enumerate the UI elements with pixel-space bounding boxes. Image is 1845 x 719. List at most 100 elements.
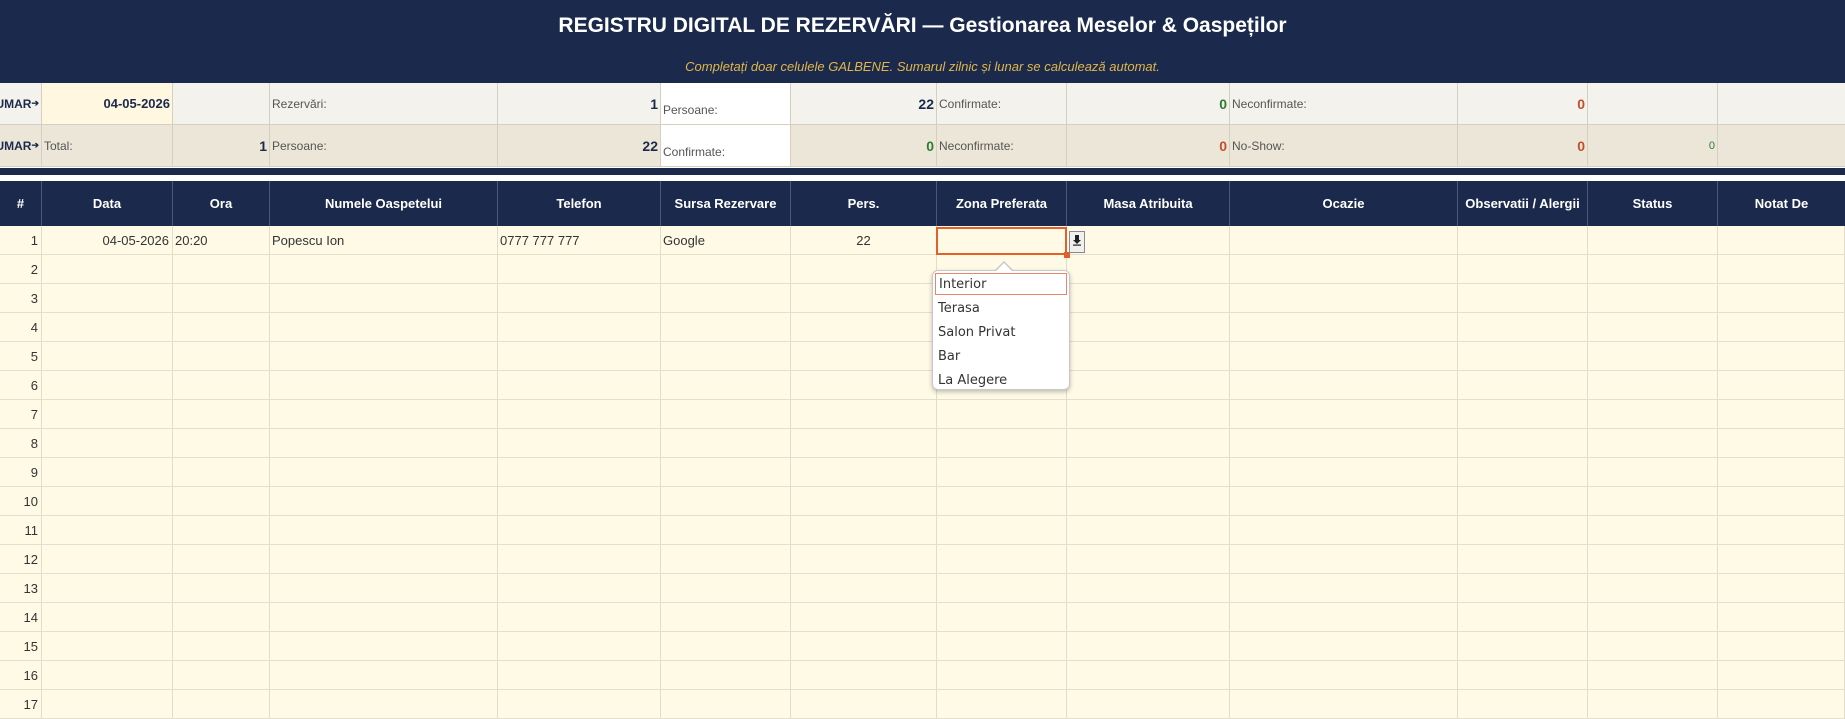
- col-header-data[interactable]: Data: [42, 181, 173, 226]
- table-cell-notat[interactable]: [1718, 632, 1845, 660]
- table-cell-ocazie[interactable]: [1230, 342, 1458, 370]
- table-cell-ocazie[interactable]: [1230, 661, 1458, 689]
- table-cell-telefon[interactable]: [498, 690, 661, 718]
- table-cell-notat[interactable]: [1718, 545, 1845, 573]
- table-cell-zona[interactable]: [937, 574, 1067, 602]
- table-cell-masa[interactable]: [1067, 458, 1230, 486]
- table-cell-notat[interactable]: [1718, 603, 1845, 631]
- table-cell-num[interactable]: 14: [0, 603, 42, 631]
- table-cell-obs[interactable]: [1458, 255, 1588, 283]
- col-header-notat[interactable]: Notat De: [1718, 181, 1845, 226]
- table-cell-obs[interactable]: [1458, 574, 1588, 602]
- table-cell-data[interactable]: [42, 574, 173, 602]
- table-cell-obs[interactable]: [1458, 458, 1588, 486]
- col-header-zona[interactable]: Zona Preferata: [937, 181, 1067, 226]
- table-cell-status[interactable]: [1588, 516, 1718, 544]
- table-cell-masa[interactable]: [1067, 690, 1230, 718]
- table-cell-nume[interactable]: [270, 603, 498, 631]
- table-cell-pers[interactable]: [791, 661, 937, 689]
- table-cell-ocazie[interactable]: [1230, 400, 1458, 428]
- table-cell-notat[interactable]: [1718, 342, 1845, 370]
- table-cell-data[interactable]: [42, 400, 173, 428]
- table-cell-nume[interactable]: [270, 313, 498, 341]
- table-cell-masa[interactable]: [1067, 516, 1230, 544]
- table-cell-ora[interactable]: [173, 545, 270, 573]
- table-cell-num[interactable]: 4: [0, 313, 42, 341]
- table-cell-zona[interactable]: [937, 516, 1067, 544]
- table-cell-notat[interactable]: [1718, 458, 1845, 486]
- table-cell-nume[interactable]: [270, 690, 498, 718]
- table-cell-notat[interactable]: [1718, 429, 1845, 457]
- table-cell-obs[interactable]: [1458, 690, 1588, 718]
- table-cell-obs[interactable]: [1458, 371, 1588, 399]
- table-cell-zona[interactable]: [937, 661, 1067, 689]
- table-cell-masa[interactable]: [1067, 574, 1230, 602]
- table-cell-num[interactable]: 16: [0, 661, 42, 689]
- table-cell-num[interactable]: 7: [0, 400, 42, 428]
- table-cell-nume[interactable]: [270, 458, 498, 486]
- table-cell-ora[interactable]: [173, 603, 270, 631]
- table-cell-pers[interactable]: [791, 632, 937, 660]
- table-cell-ora[interactable]: [173, 342, 270, 370]
- table-cell-nume[interactable]: [270, 545, 498, 573]
- table-cell-sursa[interactable]: [661, 400, 791, 428]
- table-cell-nume[interactable]: [270, 574, 498, 602]
- table-cell-pers[interactable]: [791, 284, 937, 312]
- col-header-status[interactable]: Status: [1588, 181, 1718, 226]
- table-cell-ocazie[interactable]: [1230, 255, 1458, 283]
- table-cell-data[interactable]: [42, 255, 173, 283]
- col-header-nume[interactable]: Numele Oaspetelui: [270, 181, 498, 226]
- table-cell-ora[interactable]: [173, 632, 270, 660]
- table-cell-obs[interactable]: [1458, 400, 1588, 428]
- table-cell-ocazie[interactable]: [1230, 284, 1458, 312]
- table-cell-zona[interactable]: [937, 632, 1067, 660]
- table-cell-ocazie[interactable]: [1230, 545, 1458, 573]
- table-cell-ocazie[interactable]: [1230, 226, 1458, 254]
- table-cell-data[interactable]: [42, 661, 173, 689]
- table-cell-status[interactable]: [1588, 632, 1718, 660]
- table-cell-nume[interactable]: [270, 284, 498, 312]
- table-cell-sursa[interactable]: [661, 516, 791, 544]
- table-cell-telefon[interactable]: [498, 255, 661, 283]
- table-cell-num[interactable]: 6: [0, 371, 42, 399]
- table-cell-ora[interactable]: [173, 487, 270, 515]
- table-cell-telefon[interactable]: [498, 400, 661, 428]
- table-cell-telefon[interactable]: [498, 661, 661, 689]
- table-cell-telefon[interactable]: [498, 487, 661, 515]
- table-cell-ora[interactable]: [173, 690, 270, 718]
- table-cell-masa[interactable]: [1067, 429, 1230, 457]
- col-header-ocazie[interactable]: Ocazie: [1230, 181, 1458, 226]
- table-cell-pers[interactable]: [791, 400, 937, 428]
- col-header-number[interactable]: #: [0, 181, 42, 226]
- table-cell-notat[interactable]: [1718, 226, 1845, 254]
- table-cell-ocazie[interactable]: [1230, 574, 1458, 602]
- table-cell-obs[interactable]: [1458, 545, 1588, 573]
- table-cell-ora[interactable]: [173, 284, 270, 312]
- table-cell-masa[interactable]: [1067, 284, 1230, 312]
- table-cell-pers[interactable]: [791, 255, 937, 283]
- table-cell-ocazie[interactable]: [1230, 429, 1458, 457]
- table-cell-status[interactable]: [1588, 342, 1718, 370]
- table-cell-pers[interactable]: [791, 487, 937, 515]
- table-cell-masa[interactable]: [1067, 545, 1230, 573]
- table-cell-pers[interactable]: [791, 342, 937, 370]
- table-cell-pers[interactable]: [791, 458, 937, 486]
- table-cell-ocazie[interactable]: [1230, 516, 1458, 544]
- table-cell-ora[interactable]: [173, 574, 270, 602]
- table-cell-nume[interactable]: [270, 255, 498, 283]
- table-cell-masa[interactable]: [1067, 255, 1230, 283]
- table-cell-sursa[interactable]: [661, 429, 791, 457]
- summary-empty-cell[interactable]: [1588, 83, 1718, 125]
- table-cell-num[interactable]: 11: [0, 516, 42, 544]
- table-cell-sursa[interactable]: [661, 632, 791, 660]
- table-cell-telefon[interactable]: [498, 545, 661, 573]
- table-cell-nume[interactable]: [270, 516, 498, 544]
- table-cell-status[interactable]: [1588, 371, 1718, 399]
- table-cell-ocazie[interactable]: [1230, 487, 1458, 515]
- table-cell-status[interactable]: [1588, 284, 1718, 312]
- table-cell-masa[interactable]: [1067, 603, 1230, 631]
- table-cell-nume[interactable]: [270, 400, 498, 428]
- table-cell-sursa[interactable]: [661, 284, 791, 312]
- table-cell-status[interactable]: [1588, 661, 1718, 689]
- table-cell-ora[interactable]: [173, 313, 270, 341]
